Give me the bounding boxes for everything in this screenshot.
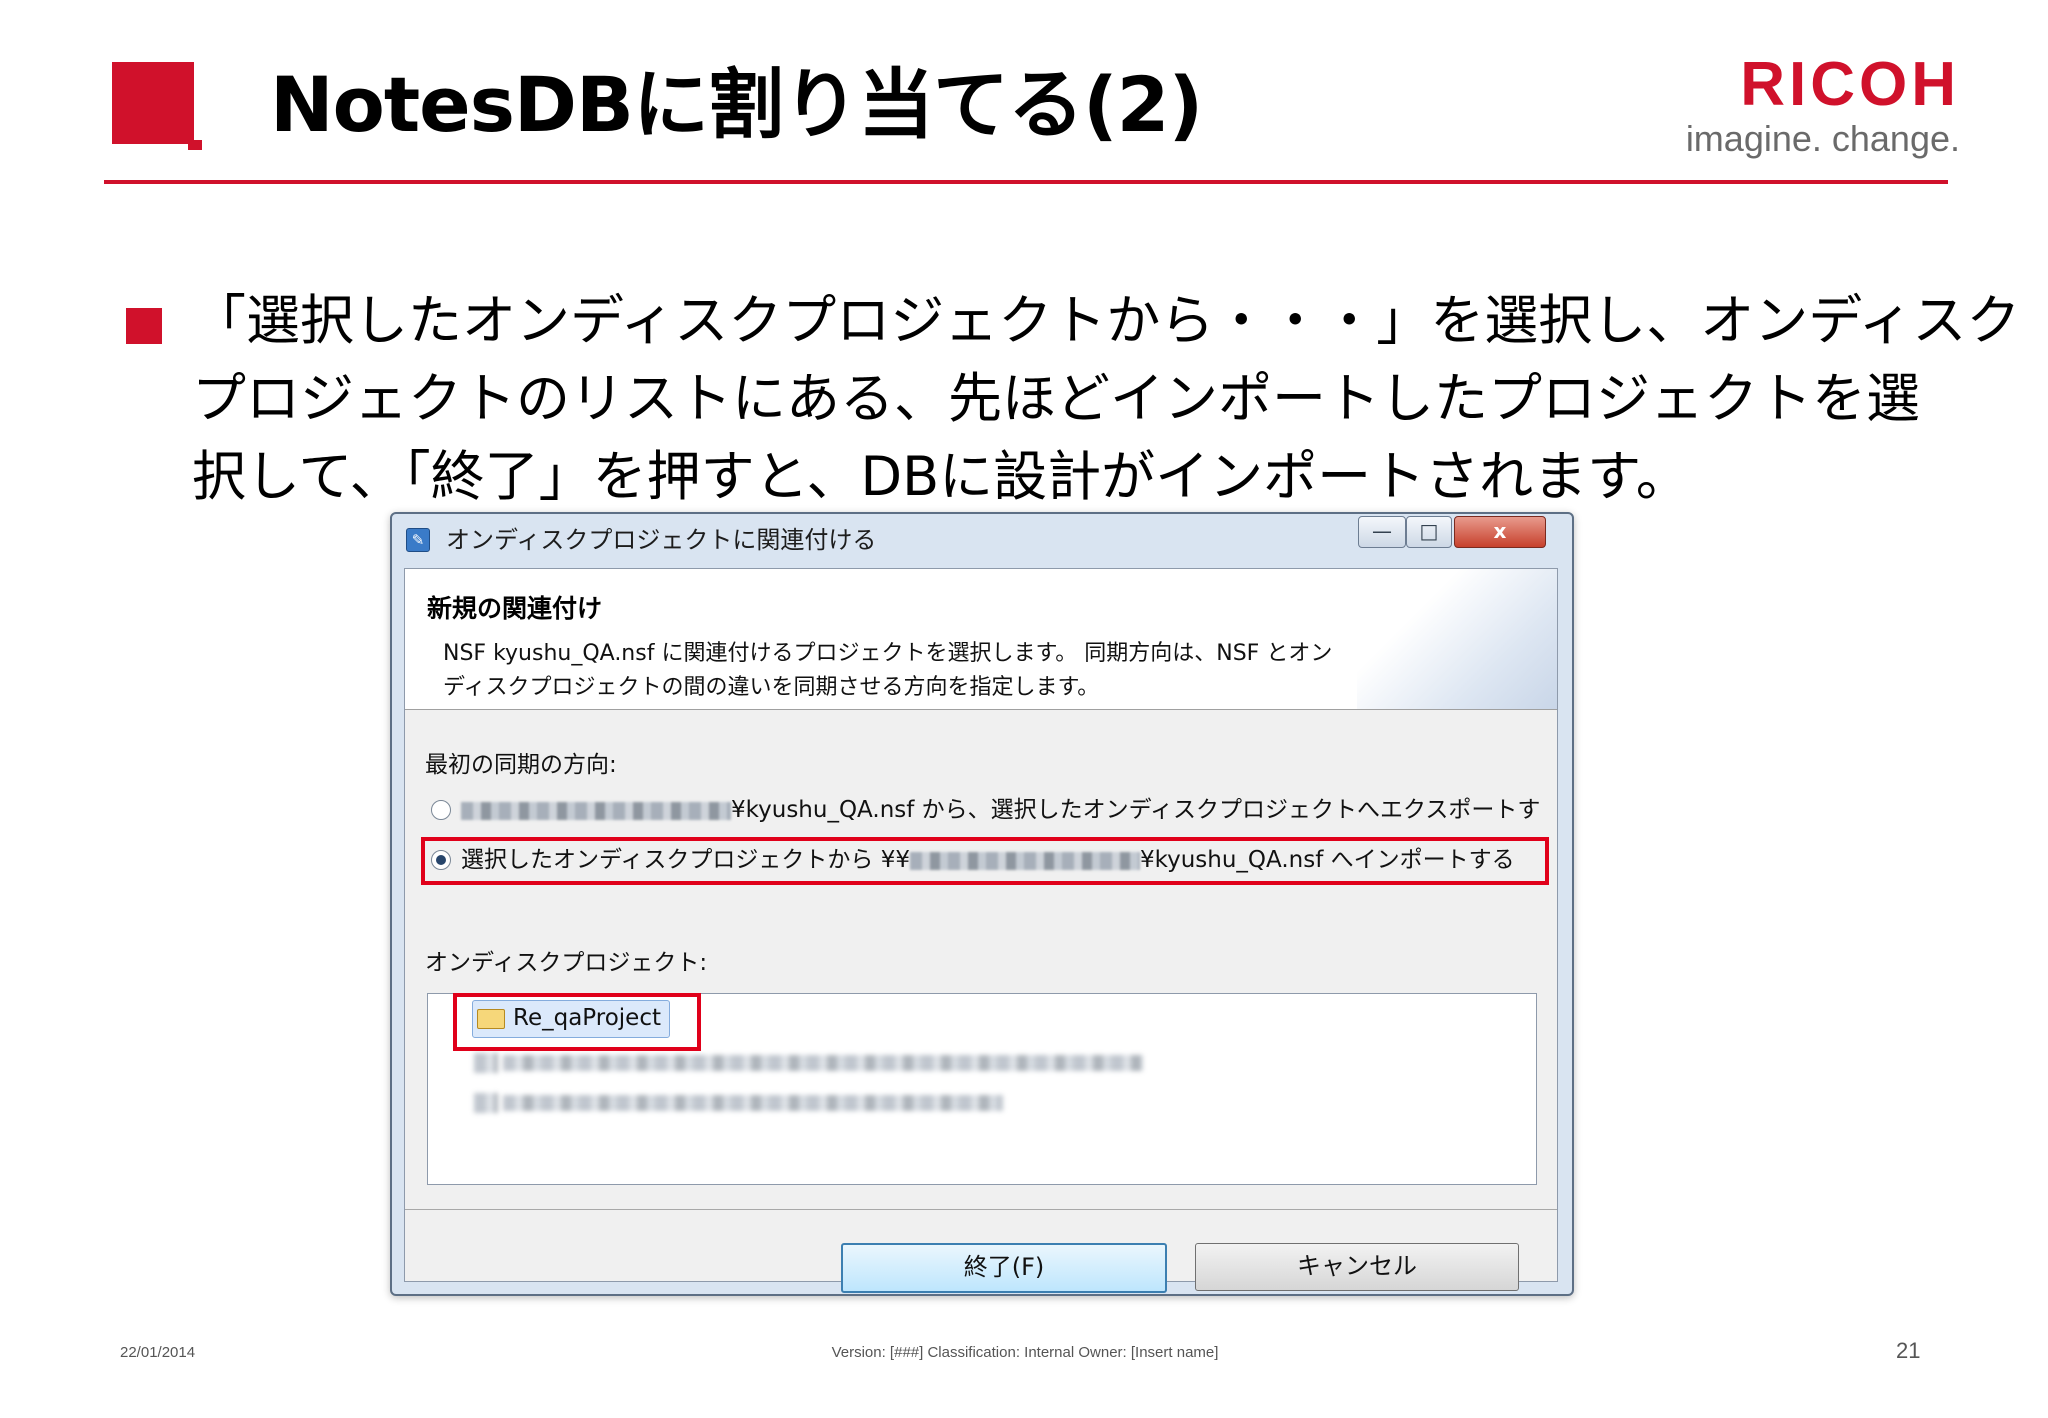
title-square-icon bbox=[112, 62, 194, 144]
description-line: NSF kyushu_QA.nsf に関連付けるプロジェクトを選択します。 同期… bbox=[443, 641, 1333, 666]
logo-wordmark: RICOH bbox=[1740, 50, 1960, 119]
body-line: 択して、「終了」を押すと、DBに設計がインポートされます。 bbox=[192, 445, 1690, 508]
import-option-highlight bbox=[421, 837, 1549, 885]
redacted-text bbox=[503, 1094, 1004, 1111]
app-icon: ✎ bbox=[406, 528, 430, 552]
dialog-banner: 新規の関連付け NSF kyushu_QA.nsf に関連付けるプロジェクトを選… bbox=[405, 569, 1557, 710]
radio-export-button[interactable] bbox=[431, 800, 451, 820]
finish-button[interactable]: 終了(F) bbox=[841, 1243, 1167, 1293]
page-number: 21 bbox=[1896, 1338, 1921, 1363]
body-line: 「選択したオンディスクプロジェクトから・・・」を選択し、オンディスク bbox=[192, 289, 2021, 352]
dialog-description: NSF kyushu_QA.nsf に関連付けるプロジェクトを選択します。 同期… bbox=[443, 637, 1332, 705]
cancel-button[interactable]: キャンセル bbox=[1195, 1243, 1519, 1291]
description-line: ディスクプロジェクトの間の違いを同期させる方向を指定します。 bbox=[443, 675, 1100, 700]
dialog-titlebar[interactable]: ✎ オンディスクプロジェクトに関連付ける — □ x bbox=[392, 514, 1572, 562]
redacted-path bbox=[461, 801, 731, 820]
footer-date: 22/01/2014 bbox=[120, 1344, 196, 1361]
maximize-button[interactable]: □ bbox=[1406, 516, 1452, 548]
associate-project-dialog: ✎ オンディスクプロジェクトに関連付ける — □ x 新規の関連付け NSF k… bbox=[390, 512, 1574, 1296]
ondisk-projects-label: オンディスクプロジェクト: bbox=[425, 950, 708, 976]
sync-direction-label: 最初の同期の方向: bbox=[425, 752, 617, 778]
title-square-accent bbox=[188, 140, 202, 150]
radio-export[interactable]: ¥kyushu_QA.nsf から、選択したオンディスクプロジェクトへエクスポー… bbox=[431, 793, 1551, 827]
radio-export-label: ¥kyushu_QA.nsf から、選択したオンディスクプロジェクトへエクスポー… bbox=[461, 795, 1540, 825]
body-line: プロジェクトのリストにある、先ほどインポートしたプロジェクトを選 bbox=[192, 367, 1920, 430]
close-button[interactable]: x bbox=[1454, 516, 1546, 548]
bullet-icon bbox=[126, 308, 162, 344]
footer-info: Version: [###] Classification: Internal … bbox=[831, 1344, 1219, 1361]
button-bar-divider bbox=[405, 1209, 1557, 1210]
body-paragraph: 「選択したオンディスクプロジェクトから・・・」を選択し、オンディスク プロジェク… bbox=[192, 282, 2021, 516]
dialog-title: オンディスクプロジェクトに関連付ける bbox=[446, 526, 877, 554]
title-divider bbox=[104, 180, 1948, 184]
project-highlight bbox=[453, 993, 701, 1051]
slide-title: NotesDBに割り当てる(2) bbox=[270, 60, 1203, 149]
banner-decoration bbox=[1357, 569, 1557, 709]
list-item-redacted[interactable] bbox=[474, 1052, 1174, 1073]
ricoh-logo: RICOH imagine. change. bbox=[1660, 52, 1960, 160]
dialog-content: 新規の関連付け NSF kyushu_QA.nsf に関連付けるプロジェクトを選… bbox=[404, 568, 1558, 1293]
minimize-button[interactable]: — bbox=[1358, 516, 1406, 548]
redacted-text bbox=[503, 1054, 1144, 1071]
folder-icon bbox=[474, 1092, 498, 1113]
dialog-heading: 新規の関連付け bbox=[427, 594, 603, 623]
list-item-redacted[interactable] bbox=[474, 1092, 1034, 1113]
logo-tagline: imagine. change. bbox=[1685, 118, 1960, 159]
folder-icon bbox=[474, 1052, 498, 1073]
